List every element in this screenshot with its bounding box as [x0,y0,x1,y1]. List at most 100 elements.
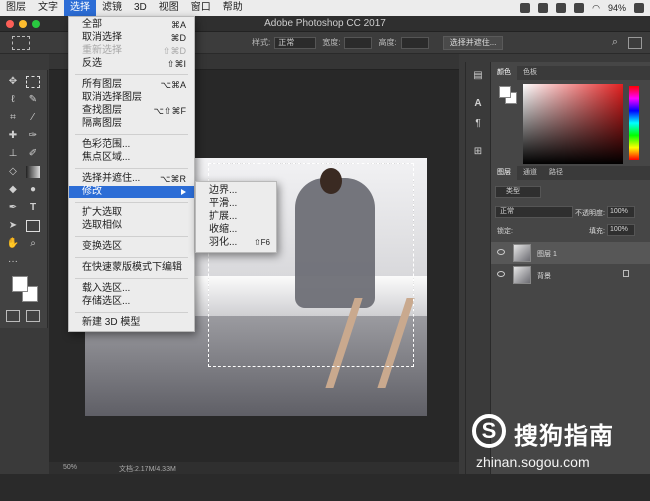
document-size[interactable]: 文档:2.17M/4.33M [119,464,176,474]
menu-item-all-layers[interactable]: 所有图层 ⌥⌘A [69,79,194,91]
tab-swatches[interactable]: 色板 [517,66,543,80]
menu-item-isolate-layers[interactable]: 隔离图层 [69,118,194,130]
layer-filter-select[interactable]: 类型 [495,186,541,198]
layer-row[interactable]: 图层 1 [491,242,650,264]
menu-separator [75,74,188,75]
macos-menu-bar: 图层 文字 选择 滤镜 3D 视图 窗口 帮助 ◠ 94% [0,0,650,16]
search-icon[interactable]: ⌕ [612,36,618,49]
marquee-preset-icon[interactable] [12,35,30,50]
menu-item-focus-area[interactable]: 焦点区域... [69,152,194,164]
menu-item-similar[interactable]: 选取相似 [69,220,194,232]
opacity-field[interactable]: 100% [607,206,635,218]
pen-tool-icon[interactable]: ✒ [6,202,20,214]
blur-tool-icon[interactable]: ◆ [6,184,20,196]
width-field[interactable] [344,36,373,49]
menu-item-new-3d-model[interactable]: 新建 3D 模型 [69,317,194,329]
type-tool-icon[interactable]: T [26,202,40,214]
brush-tool-icon[interactable]: ✑ [26,130,40,142]
layer-name[interactable]: 背景 [537,271,551,281]
rectangle-tool-icon[interactable] [26,220,40,232]
blend-mode-select[interactable]: 正常 [495,206,573,218]
menu-type[interactable]: 文字 [32,0,64,16]
tab-color[interactable]: 颜色 [491,66,517,80]
qq-icon[interactable] [520,3,531,13]
opacity-label: 不透明度: [575,210,605,217]
menu-item-save-selection[interactable]: 存储选区... [69,296,194,308]
status-tray: ◠ 94% [520,3,650,14]
submenu-item-feather[interactable]: 羽化... ⇧F6 [196,237,276,249]
history-panel-icon[interactable]: ▤ [471,70,485,82]
fill-field[interactable]: 100% [607,224,635,236]
panel-foreground-swatch[interactable] [499,86,511,98]
modify-submenu: 边界... 平滑... 扩展... 收缩... 羽化... ⇧F6 [195,181,277,253]
menu-item-deselect[interactable]: 取消选择 ⌘D [69,32,194,44]
menu-layer[interactable]: 图层 [0,0,32,16]
quick-select-tool-icon[interactable]: ✎ [26,94,40,106]
lasso-tool-icon[interactable]: ℓ [6,94,20,106]
menu-item-modify[interactable]: 修改 [69,186,194,198]
tab-paths[interactable]: 路径 [543,166,569,180]
menu-item-find-layers[interactable]: 查找图层 ⌥⇧⌘F [69,105,194,117]
battery-icon[interactable] [634,3,644,13]
tab-channels[interactable]: 通道 [517,166,543,180]
tab-layers[interactable]: 图层 [491,166,517,180]
visibility-eye-icon[interactable] [497,271,505,277]
more-tools-icon[interactable]: ··· [6,256,20,268]
weibo-icon[interactable] [538,3,549,13]
screen-mode-icon[interactable] [26,310,40,322]
quick-mask-icon[interactable] [6,310,20,322]
clone-stamp-icon[interactable]: ⊥ [6,148,20,160]
menu-item-all[interactable]: 全部 ⌘A [69,19,194,31]
zoom-level[interactable]: 50% [63,464,77,471]
healing-brush-icon[interactable]: ✚ [6,130,20,142]
menu-filter[interactable]: 滤镜 [96,0,128,16]
eraser-tool-icon[interactable]: ◇ [6,166,20,178]
menu-3d[interactable]: 3D [128,0,153,16]
properties-panel-icon[interactable]: ⊞ [471,146,485,158]
marquee-tool-icon[interactable] [26,76,40,88]
menu-view[interactable]: 视图 [153,0,185,16]
layer-name[interactable]: 图层 1 [537,249,557,259]
layer-thumbnail [513,266,531,284]
layer-row[interactable]: 背景 [491,264,650,286]
submenu-item-expand[interactable]: 扩展... [196,211,276,223]
zoom-tool-icon[interactable]: ⌕ [26,238,40,250]
menu-window[interactable]: 窗口 [185,0,217,16]
foreground-color-swatch[interactable] [12,276,28,292]
menu-separator [75,236,188,237]
wechat-icon[interactable] [556,3,567,13]
color-picker-field[interactable] [523,84,623,164]
workspace-icon[interactable] [628,36,642,49]
menu-item-grow[interactable]: 扩大选取 [69,207,194,219]
gradient-tool-icon[interactable] [26,166,40,178]
menu-item-load-selection[interactable]: 载入选区... [69,283,194,295]
hand-tool-icon[interactable]: ✋ [6,238,20,250]
eyedropper-tool-icon[interactable]: ⁄ [26,112,40,124]
select-and-mask-button[interactable]: 选择并遮住... [442,35,504,50]
visibility-eye-icon[interactable] [497,249,505,255]
menu-item-color-range[interactable]: 色彩范围... [69,139,194,151]
paragraph-panel-icon[interactable]: ¶ [471,118,485,130]
menu-item-deselect-layers[interactable]: 取消选择图层 [69,92,194,104]
wifi-icon[interactable]: ◠ [592,3,600,14]
display-icon[interactable] [574,3,585,13]
path-select-icon[interactable]: ➤ [6,220,20,232]
fill-label: 填充: [589,228,605,235]
submenu-item-border[interactable]: 边界... [196,185,276,197]
character-panel-icon[interactable]: A [471,98,485,110]
menu-select[interactable]: 选择 [64,0,96,16]
menu-help[interactable]: 帮助 [217,0,249,16]
hue-slider[interactable] [629,86,639,160]
menu-item-quick-mask[interactable]: 在快速蒙版模式下编辑 [69,262,194,274]
move-tool-icon[interactable]: ✥ [6,76,20,88]
height-field[interactable] [400,36,429,49]
menu-item-inverse[interactable]: 反选 ⇧⌘I [69,58,194,70]
style-select[interactable]: 正常 [274,36,317,49]
menu-item-select-and-mask[interactable]: 选择并遮住... ⌥⌘R [69,173,194,185]
dodge-tool-icon[interactable]: ● [26,184,40,196]
submenu-item-contract[interactable]: 收缩... [196,224,276,236]
menu-item-transform-selection[interactable]: 变换选区 [69,241,194,253]
crop-tool-icon[interactable]: ⌗ [6,112,20,124]
history-brush-icon[interactable]: ✐ [26,148,40,160]
submenu-item-smooth[interactable]: 平滑... [196,198,276,210]
